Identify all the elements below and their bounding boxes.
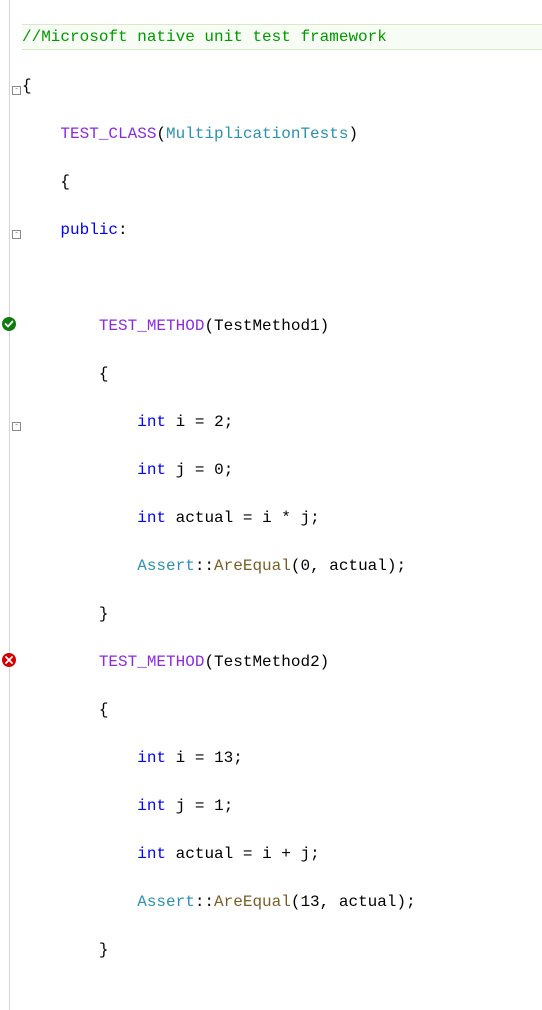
test-fail-icon <box>2 653 16 667</box>
macro-test-method: TEST_METHOD <box>99 653 205 671</box>
code-area[interactable]: //Microsoft native unit test framework {… <box>20 0 542 1010</box>
margin-gutter <box>0 0 10 1010</box>
brace-open: { <box>60 173 70 191</box>
code-editor[interactable]: - - - //Microsoft native unit test frame… <box>0 0 542 1010</box>
method-name: TestMethod2 <box>214 653 320 671</box>
outline-gutter[interactable]: - - - <box>10 0 20 1010</box>
test-pass-icon <box>2 317 16 331</box>
brace-open: { <box>22 77 32 95</box>
comment-text: //Microsoft native unit test framework <box>22 28 387 46</box>
method-name: TestMethod1 <box>214 317 320 335</box>
macro-test-method: TEST_METHOD <box>99 317 205 335</box>
macro-test-class: TEST_CLASS <box>60 125 156 143</box>
class-name: MultiplicationTests <box>166 125 348 143</box>
access-specifier: public <box>60 221 118 239</box>
